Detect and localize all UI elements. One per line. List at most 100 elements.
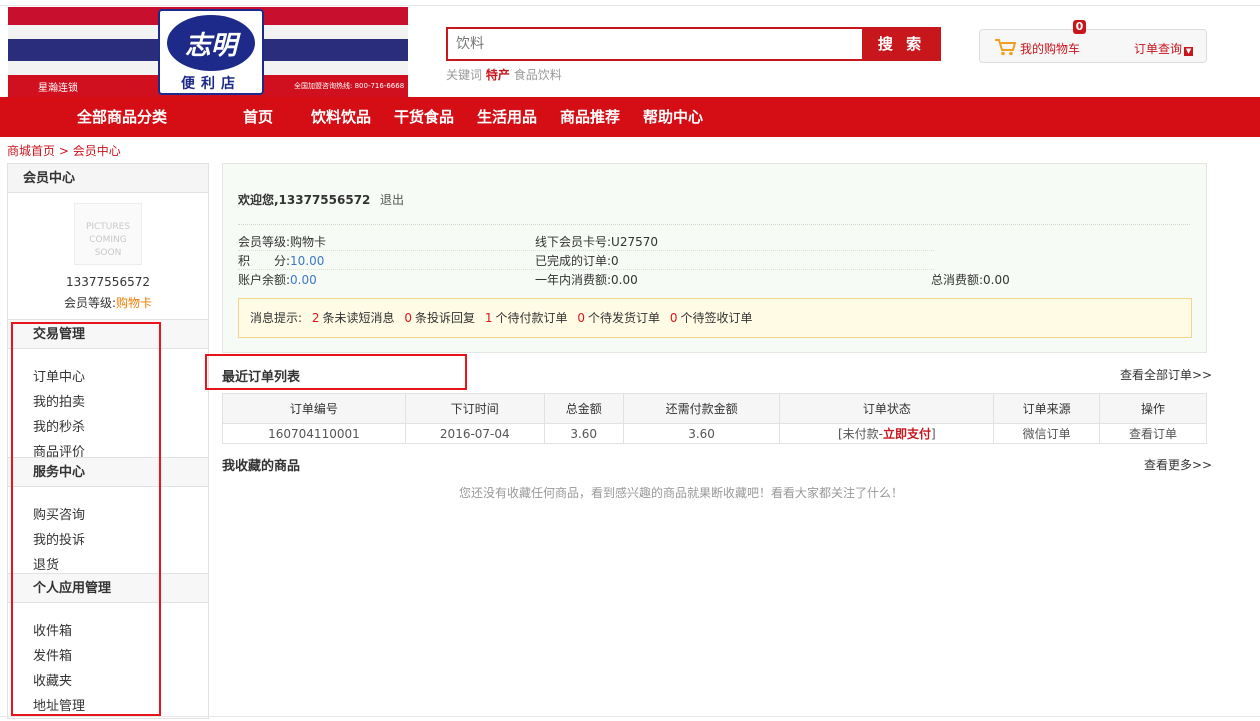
notice-pending-receipt[interactable]: 0 个待签收订单 xyxy=(664,311,753,325)
column-header: 操作 xyxy=(1099,393,1207,424)
order-id-cell: 160704110001 xyxy=(222,423,406,444)
hot-keyword-link[interactable]: 食品饮料 xyxy=(514,68,562,82)
my-cart-link[interactable]: 我的购物车 xyxy=(1020,40,1080,57)
info-value: 0.00 xyxy=(290,273,317,287)
nav-item-dry-food[interactable]: 干货食品 xyxy=(394,97,454,137)
sidebar-item-my-auction[interactable]: 我的拍卖 xyxy=(8,390,208,415)
info-value: 10.00 xyxy=(290,254,325,268)
order-query-link[interactable]: 订单查询 ▼ xyxy=(1134,40,1194,57)
avatar-placeholder-text: PICTURES xyxy=(85,222,131,232)
order-due-cell: 3.60 xyxy=(622,423,781,444)
sidebar-item-favorites[interactable]: 收藏夹 xyxy=(8,669,208,694)
order-action-cell: 查看订单 xyxy=(1099,423,1207,444)
nav-item-daily-goods[interactable]: 生活用品 xyxy=(477,97,537,137)
top-divider xyxy=(0,0,1260,6)
nav-item-drinks[interactable]: 饮料饮品 xyxy=(311,97,371,137)
cart-count-badge: 0 xyxy=(1073,20,1086,34)
logo-shop-name: 便利店 xyxy=(181,76,241,92)
view-more-favorites-link[interactable]: 查看更多>> xyxy=(1144,456,1212,473)
notice-count: 1 xyxy=(484,311,493,325)
sidebar-group-personal-links: 收件箱 发件箱 收藏夹 地址管理 xyxy=(8,603,208,719)
info-label: 账户余额: xyxy=(238,273,291,287)
bottom-divider xyxy=(0,716,1260,717)
welcome-greeting: 欢迎您,13377556572 xyxy=(238,193,371,207)
points-row: 积 分:10.00 xyxy=(238,252,324,269)
sidebar-item-outbox[interactable]: 发件箱 xyxy=(8,644,208,669)
hot-keywords: 关键词 特产 食品饮料 xyxy=(446,66,562,83)
cart-icon[interactable] xyxy=(994,38,1016,56)
table-row: 160704110001 2016-07-04 3.60 3.60 [未付款-立… xyxy=(222,423,1207,444)
divider xyxy=(238,269,934,270)
order-status-text: [未付款- xyxy=(837,427,883,441)
member-profile: PICTURES COMING SOON 13377556572 会员等级:购物… xyxy=(8,193,208,319)
breadcrumb-home[interactable]: 商城首页 xyxy=(7,144,55,158)
info-label: 总消费额: xyxy=(931,273,984,287)
sidebar-item-inbox[interactable]: 收件箱 xyxy=(8,619,208,644)
info-label: 一年内消费额: xyxy=(535,273,612,287)
divider xyxy=(238,224,1190,225)
info-value: 0 xyxy=(611,254,619,268)
info-value: 0.00 xyxy=(983,273,1010,287)
favorites-title: 我收藏的商品 xyxy=(222,459,301,474)
notice-text: 个待发货订单 xyxy=(587,311,660,325)
avatar: PICTURES COMING SOON xyxy=(74,203,142,265)
column-header: 还需付款金额 xyxy=(622,393,781,424)
sidebar-item-my-complaints[interactable]: 我的投诉 xyxy=(8,528,208,553)
store-logo[interactable]: 星瀚连锁 全国加盟咨询热线: 800-716-6668 志明 便利店 xyxy=(8,7,408,97)
sidebar-item-my-flash-sale[interactable]: 我的秒杀 xyxy=(8,415,208,440)
notice-pending-shipment[interactable]: 0 个待发货订单 xyxy=(571,311,660,325)
sidebar-group-trade: 交易管理 xyxy=(8,319,208,349)
sidebar-item-order-center[interactable]: 订单中心 xyxy=(8,365,208,390)
column-header: 下订时间 xyxy=(404,393,545,424)
nav-item-help[interactable]: 帮助中心 xyxy=(643,97,703,137)
order-status-cell: [未付款-立即支付] xyxy=(779,423,995,444)
nav-all-categories[interactable]: 全部商品分类 xyxy=(77,97,167,137)
breadcrumb-current[interactable]: 会员中心 xyxy=(73,144,121,158)
search-button[interactable]: 搜 索 xyxy=(862,27,941,61)
hot-keyword-link[interactable]: 特产 xyxy=(486,68,510,82)
notice-text: 个待付款订单 xyxy=(495,311,568,325)
breadcrumb: 商城首页 > 会员中心 xyxy=(7,142,121,159)
notice-count: 0 xyxy=(404,311,412,325)
card-number-row: 线下会员卡号:U27570 xyxy=(535,233,658,250)
view-order-link[interactable]: 查看订单 xyxy=(1129,427,1177,441)
pay-now-link[interactable]: 立即支付 xyxy=(883,427,931,441)
logo-chain-text: 星瀚连锁 xyxy=(38,83,78,94)
column-header: 总金额 xyxy=(543,393,624,424)
recent-orders-title: 最近订单列表 xyxy=(222,370,301,385)
sidebar-item-purchase-inquiry[interactable]: 购买咨询 xyxy=(8,503,208,528)
info-label: 已完成的订单: xyxy=(535,254,612,268)
sidebar-title: 会员中心 xyxy=(8,163,208,193)
sidebar-group-personal: 个人应用管理 xyxy=(8,573,208,603)
info-label: 积 分: xyxy=(238,254,291,268)
nav-item-recommended[interactable]: 商品推荐 xyxy=(560,97,620,137)
notice-pending-payment[interactable]: 1 个待付款订单 xyxy=(479,311,568,325)
view-all-orders-link[interactable]: 查看全部订单>> xyxy=(1120,366,1212,383)
notice-count: 0 xyxy=(577,311,585,325)
divider xyxy=(238,250,934,251)
sidebar-group-service-links: 购买咨询 我的投诉 退货 xyxy=(8,487,208,573)
order-query-label: 订单查询 xyxy=(1134,42,1183,56)
column-header: 订单编号 xyxy=(222,393,406,424)
logo-emblem: 志明 便利店 xyxy=(158,9,264,95)
notice-label: 消息提示: xyxy=(250,311,303,325)
search-box xyxy=(446,27,862,61)
info-label: 会员等级: xyxy=(238,235,291,249)
logout-link[interactable]: 退出 xyxy=(380,191,404,208)
favorites-empty-message: 您还没有收藏任何商品，看到感兴趣的商品就果断收藏吧！看看大家都关注了什么！ xyxy=(458,486,903,500)
message-notice: 消息提示: 2 条未读短消息 0 条投诉回复 1 个待付款订单 0 个待发货订单 0 个待… xyxy=(238,298,1192,338)
info-label: 线下会员卡号: xyxy=(535,235,612,249)
nav-item-home[interactable]: 首页 xyxy=(243,97,273,137)
notice-count: 2 xyxy=(311,311,320,325)
recent-orders-table: 订单编号 下订时间 总金额 还需付款金额 订单状态 订单来源 操作 160704… xyxy=(222,393,1207,444)
column-header: 订单状态 xyxy=(779,393,995,424)
sidebar-group-service: 服务中心 xyxy=(8,457,208,487)
notice-unread-messages[interactable]: 2 条未读短消息 xyxy=(306,311,395,325)
notice-complaint-replies[interactable]: 0 条投诉回复 xyxy=(398,311,475,325)
notice-text: 条投诉回复 xyxy=(415,311,476,325)
welcome-panel: 欢迎您,13377556572 退出 会员等级:购物卡 线下会员卡号:U2757… xyxy=(222,163,1207,353)
search-input[interactable] xyxy=(448,29,862,59)
info-value: U27570 xyxy=(611,235,659,249)
order-source-cell: 微信订单 xyxy=(993,423,1101,444)
balance-row: 账户余额:0.00 xyxy=(238,271,317,288)
